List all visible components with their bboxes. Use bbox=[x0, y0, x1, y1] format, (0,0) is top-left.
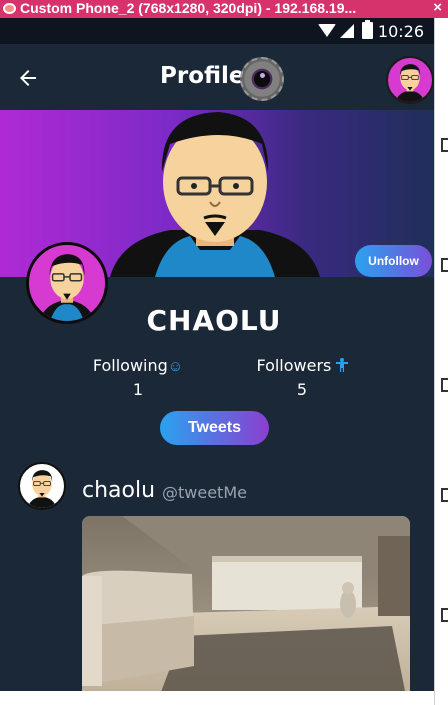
following-count: 1 bbox=[132, 380, 144, 399]
signal-icon bbox=[340, 24, 354, 38]
side-panel-mark bbox=[441, 378, 448, 392]
emulator-side-panel bbox=[434, 18, 448, 705]
tweet-image[interactable] bbox=[82, 516, 410, 691]
tweets-button[interactable]: Tweets bbox=[160, 411, 269, 445]
emulator-app-icon bbox=[3, 3, 16, 14]
phone-screen: 10:26 Profile Unfollow CHAOLU Following☺… bbox=[0, 18, 434, 691]
wifi-icon bbox=[318, 24, 336, 37]
followers-stat[interactable]: Followers 5 bbox=[232, 356, 372, 399]
following-label: Following bbox=[92, 356, 168, 375]
tweet-author-name[interactable]: chaolu bbox=[82, 478, 155, 503]
emulator-bottom-edge bbox=[0, 691, 434, 705]
banner-portrait bbox=[110, 112, 320, 277]
profile-username: CHAOLU bbox=[146, 304, 282, 337]
close-icon[interactable]: × bbox=[433, 0, 442, 16]
unfollow-button[interactable]: Unfollow bbox=[355, 245, 432, 277]
tweet-author-avatar[interactable] bbox=[18, 462, 66, 510]
emulator-title-text: Custom Phone_2 (768x1280, 320dpi) - 192.… bbox=[20, 0, 357, 16]
side-panel-mark bbox=[441, 608, 448, 622]
status-time: 10:26 bbox=[377, 22, 424, 41]
followers-count: 5 bbox=[296, 380, 308, 399]
side-panel-mark bbox=[441, 488, 448, 502]
camera-lens-icon[interactable] bbox=[240, 57, 284, 101]
tweet-author-handle[interactable]: @tweetMe bbox=[162, 483, 247, 502]
followers-label: Followers bbox=[256, 356, 332, 375]
smiley-icon: ☺ bbox=[167, 358, 184, 375]
battery-icon bbox=[362, 20, 373, 39]
app-bar: Profile bbox=[0, 44, 434, 110]
side-panel-mark bbox=[441, 138, 448, 152]
side-panel-mark bbox=[441, 258, 448, 272]
person-icon bbox=[331, 358, 348, 375]
emulator-title-bar: Custom Phone_2 (768x1280, 320dpi) - 192.… bbox=[0, 0, 448, 18]
appbar-avatar[interactable] bbox=[386, 56, 434, 104]
page-title: Profile bbox=[160, 63, 245, 89]
back-arrow-icon[interactable] bbox=[16, 66, 40, 90]
status-bar: 10:26 bbox=[0, 18, 434, 44]
following-stat[interactable]: Following☺ 1 bbox=[68, 356, 208, 399]
